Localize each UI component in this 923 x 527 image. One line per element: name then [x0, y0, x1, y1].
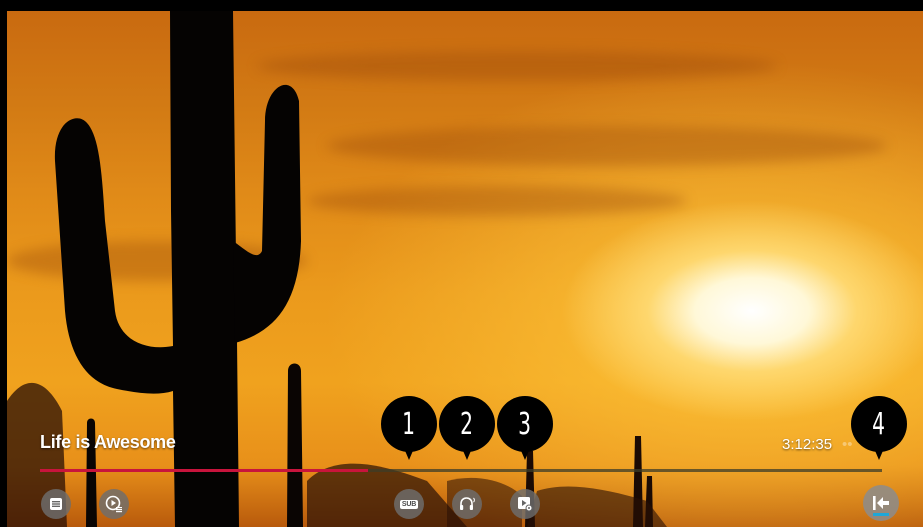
subtitle-button[interactable]: SUB	[394, 489, 424, 519]
tv-screen: Life is Awesome 3:12:35 •• SUB 1 2 3 4	[0, 0, 923, 527]
headphones-icon	[458, 495, 476, 513]
callout-number: 2	[460, 406, 474, 442]
callout-number: 4	[872, 406, 886, 442]
time-dim-suffix: ••	[842, 436, 853, 453]
callout-number: 1	[402, 406, 416, 442]
focus-underline	[873, 513, 889, 516]
video-title: Life is Awesome	[40, 432, 176, 452]
video-settings-button[interactable]	[510, 489, 540, 519]
progress-bar[interactable]	[40, 469, 882, 472]
playlist-button[interactable]	[41, 489, 71, 519]
play-settings-button[interactable]	[99, 489, 129, 519]
subtitle-icon: SUB	[399, 499, 419, 509]
callout-number: 3	[518, 406, 532, 442]
total-time: 3:12:35	[782, 436, 833, 453]
audio-track-button[interactable]	[452, 489, 482, 519]
back-to-start-icon	[871, 494, 891, 512]
play-settings-icon	[105, 495, 123, 513]
list-icon	[49, 497, 63, 511]
progress-fill	[40, 469, 369, 472]
video-settings-icon	[517, 496, 533, 512]
